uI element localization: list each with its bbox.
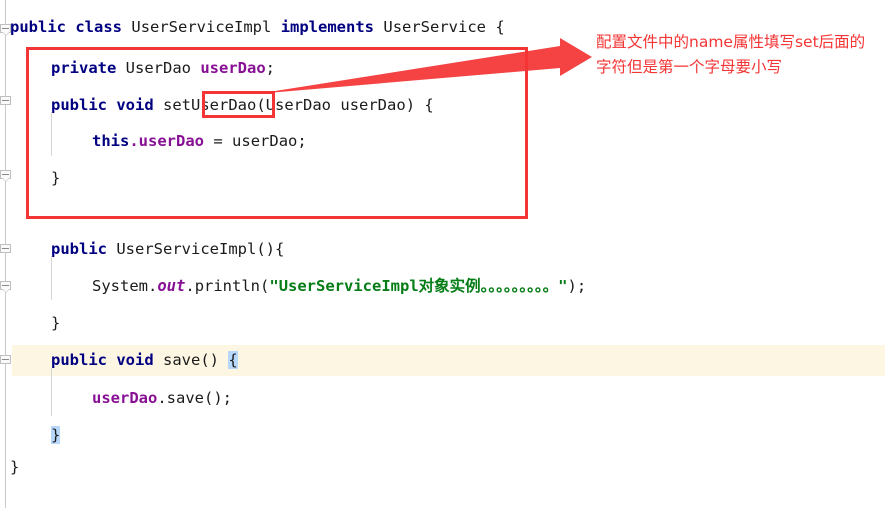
code-line-setter-close[interactable]: } bbox=[0, 163, 60, 194]
semicolon: ; bbox=[265, 59, 276, 77]
empty-parens: () bbox=[204, 389, 223, 407]
keyword-public: public bbox=[51, 351, 107, 369]
string-literal: "UserServiceImpl对象实例。。。。。。。。。" bbox=[269, 277, 568, 295]
assign-operator: = bbox=[213, 132, 223, 150]
keyword-implements: implements bbox=[280, 18, 375, 36]
empty-parens: () bbox=[200, 351, 220, 369]
static-field-out: out bbox=[157, 277, 186, 295]
semicolon: ; bbox=[222, 389, 233, 407]
code-content[interactable]: public class UserServiceImpl implements … bbox=[0, 0, 885, 508]
paren-close: ) bbox=[567, 277, 577, 295]
keyword-void: void bbox=[116, 351, 154, 369]
paren-close: ) bbox=[405, 96, 416, 114]
code-line-class-declaration[interactable]: public class UserServiceImpl implements … bbox=[0, 12, 505, 43]
paren-open: ( bbox=[256, 96, 266, 114]
semicolon: ; bbox=[576, 277, 587, 295]
field-userdao: userDao bbox=[138, 132, 204, 150]
dot: . bbox=[157, 389, 167, 407]
code-line-class-close[interactable]: } bbox=[0, 452, 19, 483]
keyword-public: public bbox=[51, 240, 107, 258]
keyword-this: this bbox=[92, 132, 130, 150]
keyword-class: class bbox=[75, 18, 123, 36]
code-line-userdao-save[interactable]: userDao.save(); bbox=[0, 383, 232, 414]
dot: . bbox=[185, 277, 195, 295]
method-save: save bbox=[166, 389, 204, 407]
brace-open: { bbox=[424, 96, 434, 114]
brace-close: } bbox=[51, 169, 61, 187]
brace-close: } bbox=[10, 458, 20, 476]
code-line-constructor-signature[interactable]: public UserServiceImpl(){ bbox=[0, 234, 284, 265]
brace-open-matched: { bbox=[228, 351, 238, 369]
param-type-userdao: UserDao bbox=[265, 96, 332, 114]
code-line-save-close[interactable]: } bbox=[0, 420, 61, 451]
semicolon: ; bbox=[297, 132, 307, 150]
code-line-save-signature[interactable]: public void save() { bbox=[0, 345, 238, 376]
code-line-constructor-close[interactable]: } bbox=[0, 308, 60, 339]
field-userdao: userDao bbox=[200, 59, 266, 77]
param-name-userdao: userDao bbox=[340, 96, 406, 114]
brace-open: { bbox=[275, 240, 285, 258]
empty-parens: () bbox=[256, 240, 275, 258]
code-line-field-declaration[interactable]: private UserDao userDao; bbox=[0, 53, 275, 84]
type-userserviceimpl: UserServiceImpl bbox=[131, 18, 272, 36]
method-save: save bbox=[163, 351, 201, 369]
keyword-private: private bbox=[51, 59, 117, 77]
brace-open: { bbox=[495, 18, 505, 36]
keyword-void: void bbox=[116, 96, 154, 114]
param-userdao: userDao bbox=[232, 132, 298, 150]
keyword-public: public bbox=[10, 18, 66, 36]
code-line-setter-signature[interactable]: public void setUserDao(UserDao userDao) … bbox=[0, 90, 434, 121]
code-line-assignment[interactable]: this.userDao = userDao; bbox=[0, 126, 307, 157]
brace-close-matched: } bbox=[51, 426, 61, 444]
constructor-name: UserServiceImpl bbox=[116, 240, 257, 258]
code-line-println[interactable]: System.out.println("UserServiceImpl对象实例。… bbox=[0, 271, 586, 302]
method-setuserdao: setUserDao bbox=[163, 96, 257, 114]
brace-close: } bbox=[51, 314, 61, 332]
type-userdao: UserDao bbox=[125, 59, 191, 77]
code-editor[interactable]: public class UserServiceImpl implements … bbox=[0, 0, 885, 508]
dot: . bbox=[148, 277, 158, 295]
method-println: println bbox=[194, 277, 261, 295]
field-userdao: userDao bbox=[92, 389, 158, 407]
type-userservice: UserService bbox=[383, 18, 487, 36]
dot: . bbox=[129, 132, 139, 150]
class-system: System bbox=[92, 277, 148, 295]
keyword-public: public bbox=[51, 96, 107, 114]
paren-open: ( bbox=[260, 277, 270, 295]
